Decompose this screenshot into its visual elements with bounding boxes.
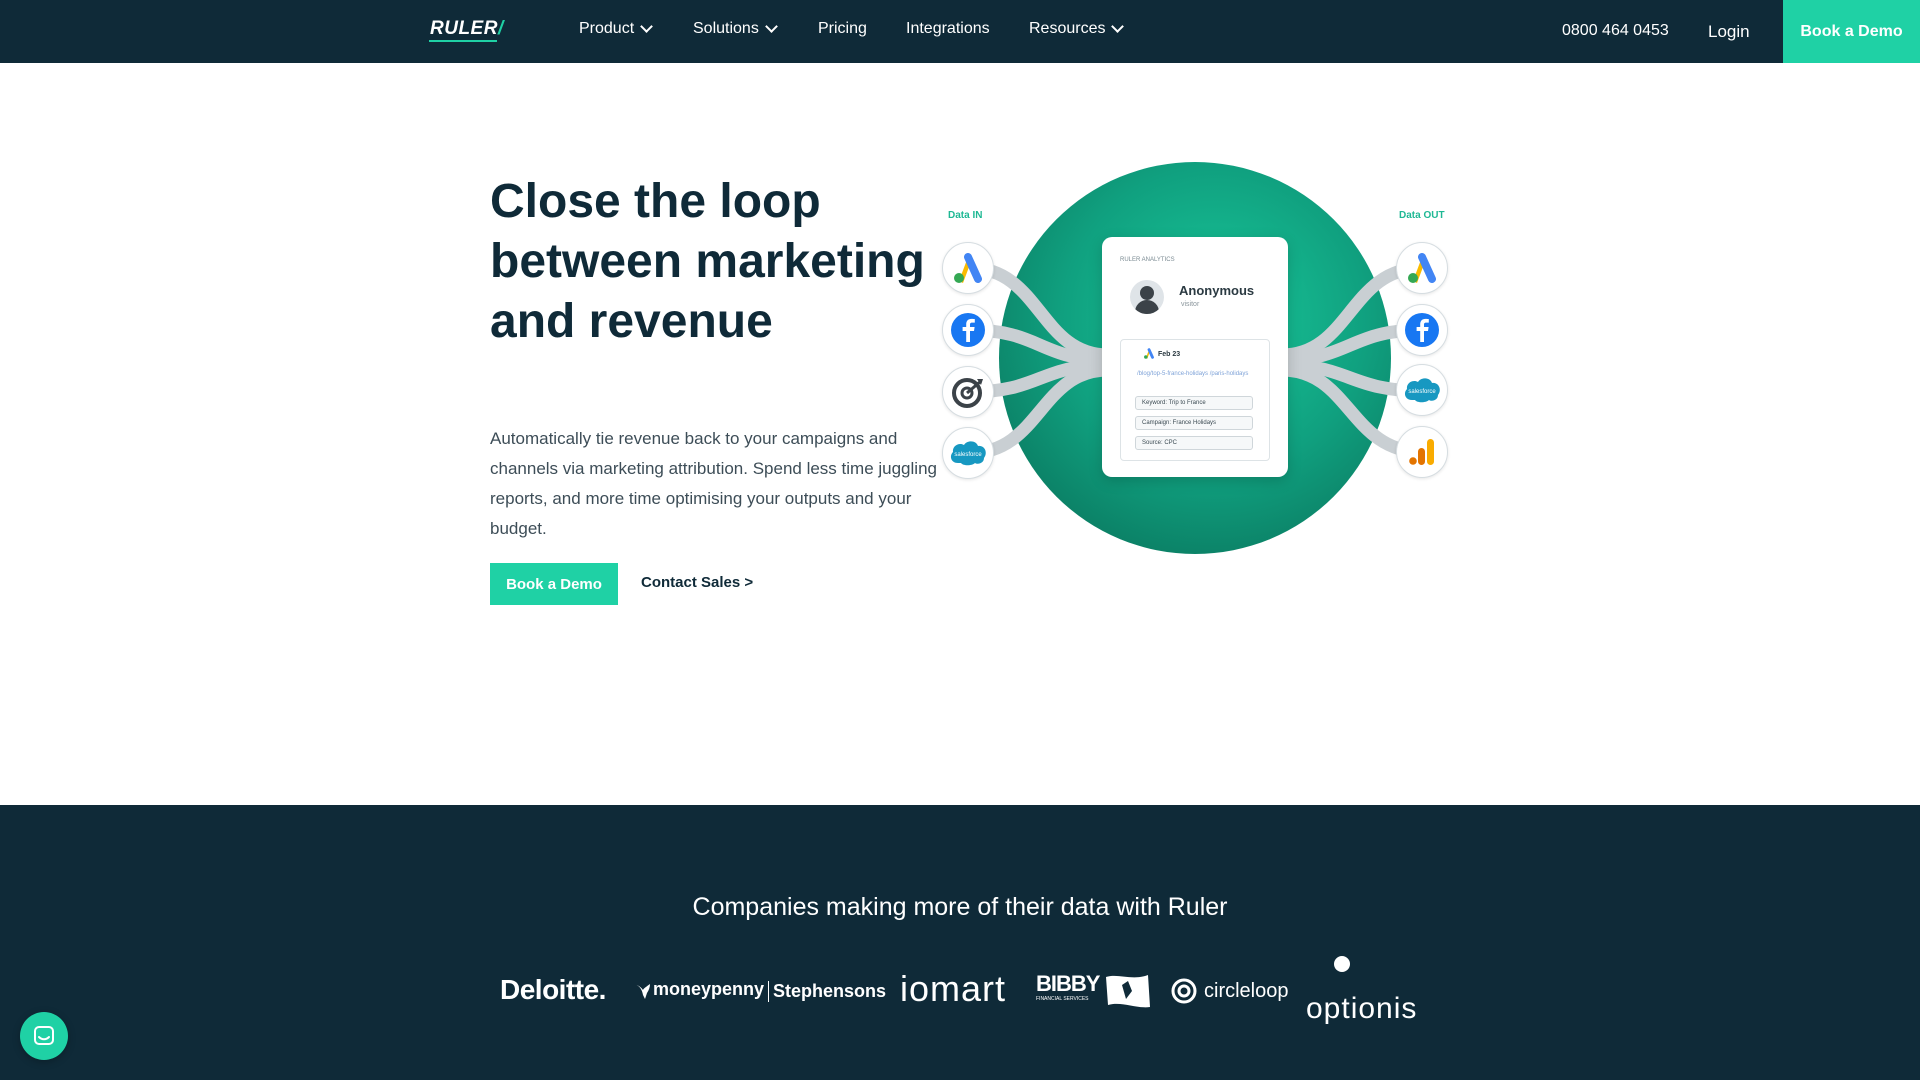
ruler-logo[interactable]: RULER/ (430, 18, 504, 40)
hero-description: Automatically tie revenue back to your c… (490, 429, 937, 538)
data-out-label: Data OUT (1399, 210, 1445, 221)
campaign-pill: Campaign: France Holidays (1135, 416, 1253, 430)
touchpoint-url: /blog/top-5-france-holidays /paris-holid… (1137, 371, 1249, 377)
chevron-down-icon (1111, 20, 1125, 33)
top-nav: RULER/ Product Solutions Pricing Integra… (0, 0, 1920, 63)
deloitte-logo: Deloitte. (500, 974, 606, 1005)
chevron-down-icon (764, 20, 778, 33)
nav-item-label: Product (579, 20, 635, 37)
visitor-sub: visitor (1181, 301, 1200, 308)
data-in-label: Data IN (948, 210, 983, 221)
contact-sales-link[interactable]: Contact Sales > (641, 574, 753, 591)
visitor-name: Anonymous (1179, 283, 1255, 298)
google-ads-icon (942, 242, 994, 294)
svg-text:salesforce: salesforce (1408, 389, 1436, 395)
target-icon (942, 366, 994, 418)
nav-item-solutions[interactable]: Solutions (693, 20, 778, 38)
nav-item-product[interactable]: Product (579, 20, 654, 38)
phone-number-link[interactable]: 0800 464 0453 (1562, 22, 1669, 40)
google-analytics-icon (1396, 426, 1448, 478)
circleloop-logo: circleloop (1170, 977, 1288, 1005)
bibby-logo: BIBBY FINANCIAL SERVICES (1036, 971, 1100, 1003)
customer-logos-section: Companies making more of their data with… (0, 805, 1920, 1080)
source-pill: Source: CPC (1135, 436, 1253, 450)
optionis-logo: optionis (1306, 992, 1418, 1025)
chevron-down-icon (640, 20, 654, 33)
nav-item-pricing[interactable]: Pricing (818, 20, 867, 38)
nav-item-resources[interactable]: Resources (1029, 20, 1125, 38)
nav-item-label: Solutions (693, 20, 759, 37)
chat-icon (34, 1026, 54, 1045)
keyword-pill: Keyword: Trip to France (1135, 396, 1253, 410)
chat-launcher-button[interactable] (20, 1012, 68, 1060)
stephensons-logo: Stephensons (768, 981, 886, 1002)
bird-icon (634, 983, 650, 999)
avatar (1130, 280, 1164, 314)
hero-title: Close the loop between marketing and rev… (490, 175, 925, 348)
nav-item-label: Resources (1029, 20, 1106, 37)
salesforce-icon: salesforce (942, 427, 994, 479)
optionis-dot (1334, 956, 1350, 972)
book-demo-nav-button[interactable]: Book a Demo (1783, 0, 1920, 63)
facebook-icon (942, 304, 994, 356)
touchpoint-date: Feb 23 (1158, 351, 1181, 358)
logos-section-title: Companies making more of their data with… (692, 893, 1228, 921)
login-link[interactable]: Login (1708, 22, 1750, 42)
book-demo-button[interactable]: Book a Demo (490, 563, 618, 605)
nav-item-integrations[interactable]: Integrations (906, 20, 990, 38)
bibby-flag-icon (1106, 975, 1150, 1008)
salesforce-icon: salesforce (1396, 364, 1448, 416)
logo-underline (429, 40, 497, 42)
google-ads-icon (1144, 348, 1154, 359)
moneypenny-logo: moneypenny (633, 979, 764, 1000)
hero-illustration: Data IN Data OUT salesforce salesforce R… (930, 150, 1470, 570)
iomart-logo: iomart (900, 968, 1007, 1009)
visitor-card: RULER ANALYTICS Anonymous visitor Feb 23… (1102, 237, 1288, 477)
google-ads-icon (1396, 242, 1448, 294)
svg-text:salesforce: salesforce (954, 452, 982, 458)
circleloop-icon (1171, 978, 1197, 1004)
nav-item-label: Pricing (818, 20, 867, 37)
card-brand: RULER ANALYTICS (1120, 257, 1175, 263)
nav-item-label: Integrations (906, 20, 990, 37)
facebook-icon (1396, 304, 1448, 356)
touchpoint-box: Feb 23 /blog/top-5-france-holidays /pari… (1120, 339, 1270, 461)
